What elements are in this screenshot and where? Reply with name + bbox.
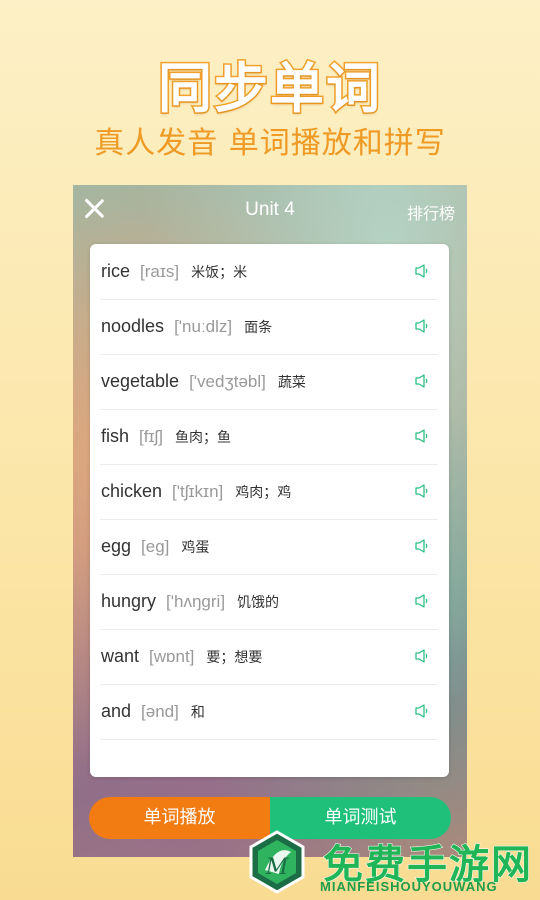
list-item[interactable]: vegetable ['vedʒtəbl] 蔬菜 [100, 354, 438, 410]
word-phonetic: [eg] [141, 536, 170, 556]
word-phonetic: ['vedʒtəbl] [189, 371, 266, 391]
word-meaning: 和 [190, 704, 205, 721]
word-meaning: 面条 [244, 319, 273, 336]
speaker-icon[interactable] [414, 318, 430, 334]
speaker-icon[interactable] [414, 373, 430, 389]
list-item[interactable]: rice [raɪs] 米饭；米 [100, 244, 438, 300]
word-meaning: 鱼肉；鱼 [175, 429, 232, 446]
watermark: M 免费手游网 MIANFEISHOUYOUWANG [245, 826, 540, 900]
play-words-button[interactable]: 单词播放 [89, 797, 270, 839]
word-text: fish [101, 426, 130, 446]
word-text: egg [101, 536, 132, 556]
list-item[interactable]: want [wɒnt] 要；想要 [100, 629, 438, 685]
watermark-subtext: MIANFEISHOUYOUWANG [320, 879, 498, 894]
word-meaning: 鸡肉；鸡 [235, 484, 292, 501]
list-item[interactable]: egg [eg] 鸡蛋 [100, 519, 438, 575]
word-meaning: 要；想要 [206, 649, 263, 666]
word-phonetic: [ənd] [141, 701, 179, 721]
word-list: rice [raɪs] 米饭；米 noodles ['nuːdlz] 面条 ve… [90, 244, 449, 777]
ranking-link[interactable]: 排行榜 [407, 200, 455, 224]
word-meaning: 鸡蛋 [181, 539, 210, 556]
list-item[interactable]: hungry ['hʌŋgri] 饥饿的 [100, 574, 438, 630]
speaker-icon[interactable] [414, 538, 430, 554]
speaker-icon[interactable] [414, 428, 430, 444]
promo-title: 同步单词 [157, 56, 382, 122]
svg-text:M: M [265, 855, 289, 880]
word-text: and [101, 701, 132, 721]
word-phonetic: [fɪʃ] [139, 426, 164, 446]
list-item[interactable]: and [ənd] 和 [100, 684, 438, 740]
word-phonetic: ['tʃɪkɪn] [172, 481, 224, 501]
promo-subtitle: 真人发音 单词播放和拼写 [94, 126, 446, 161]
top-bar: Unit 4 排行榜 [73, 185, 467, 235]
speaker-icon[interactable] [414, 703, 430, 719]
app-screen: Unit 4 排行榜 rice [raɪs] 米饭；米 noodles ['nu… [73, 185, 467, 857]
word-phonetic: [wɒnt] [149, 646, 195, 666]
speaker-icon[interactable] [414, 263, 430, 279]
word-text: want [101, 646, 140, 666]
word-phonetic: ['nuːdlz] [174, 316, 233, 336]
list-item[interactable]: noodles ['nuːdlz] 面条 [100, 299, 438, 355]
word-text: rice [101, 261, 131, 281]
speaker-icon[interactable] [414, 593, 430, 609]
speaker-icon[interactable] [414, 648, 430, 664]
watermark-logo-icon: M [249, 830, 305, 894]
word-text: chicken [101, 481, 163, 501]
word-meaning: 蔬菜 [277, 374, 306, 391]
word-meaning: 米饭；米 [191, 264, 248, 281]
word-meaning: 饥饿的 [237, 594, 280, 611]
word-phonetic: [raɪs] [140, 261, 180, 281]
word-text: vegetable [101, 371, 180, 391]
word-text: hungry [101, 591, 157, 611]
list-item[interactable]: chicken ['tʃɪkɪn] 鸡肉；鸡 [100, 464, 438, 520]
speaker-icon[interactable] [414, 483, 430, 499]
list-item[interactable]: fish [fɪʃ] 鱼肉；鱼 [100, 409, 438, 465]
word-phonetic: ['hʌŋgri] [166, 591, 226, 611]
word-text: noodles [101, 316, 165, 336]
